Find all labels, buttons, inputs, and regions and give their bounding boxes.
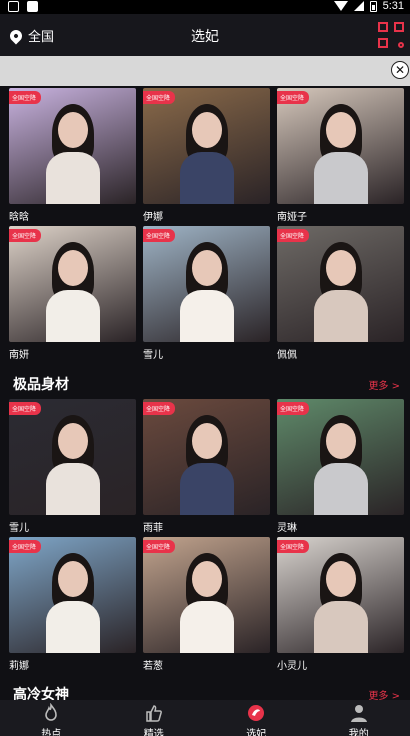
profile-name: 灵琳 xyxy=(277,523,297,534)
close-icon[interactable]: ✕ xyxy=(391,61,409,79)
airdrop-badge: 全国空降 xyxy=(143,540,176,553)
profile-photo: 全国空降 xyxy=(9,537,136,653)
notification-icon xyxy=(8,1,19,12)
selection-icon xyxy=(246,703,266,723)
profile-photo: 全国空降 xyxy=(277,399,404,515)
signal-icon xyxy=(353,1,364,11)
profile-name: 莉娜 xyxy=(9,661,29,672)
section-title: 极品身材 xyxy=(13,377,69,393)
profile-photo: 全国空降 xyxy=(143,537,270,653)
profile-photo: 全国空降 xyxy=(277,537,404,653)
nav-item-1[interactable]: 精选 xyxy=(103,700,206,736)
airdrop-badge: 全国空降 xyxy=(277,229,310,242)
nav-item-2[interactable]: 选妃 xyxy=(205,700,308,736)
profile-photo: 全国空降 xyxy=(143,226,270,342)
profile-photo: 全国空降 xyxy=(143,399,270,515)
profile-photo: 全国空降 xyxy=(9,88,136,204)
section1_grid-card[interactable]: 全国空降 小灵儿 xyxy=(277,537,404,672)
airdrop-badge: 全国空降 xyxy=(9,91,42,104)
section-header: 极品身材 更多 > xyxy=(0,368,410,394)
nav-label: 热点 xyxy=(41,729,62,736)
battery-icon xyxy=(369,0,377,12)
profile-photo: 全国空降 xyxy=(277,88,404,204)
profile-name: 小灵儿 xyxy=(277,661,307,672)
profile-name: 晗晗 xyxy=(9,212,29,223)
profile-photo: 全国空降 xyxy=(143,88,270,204)
user-icon xyxy=(349,703,369,723)
top_grid-card[interactable]: 全国空降 晗晗 xyxy=(9,88,136,223)
airdrop-badge: 全国空降 xyxy=(143,229,176,242)
flame-icon xyxy=(41,702,61,723)
profile-name: 伊娜 xyxy=(143,212,163,223)
profile-name: 南娅子 xyxy=(277,212,307,223)
section-header: 高冷女神 更多 > xyxy=(0,678,410,700)
more-link[interactable]: 更多 > xyxy=(368,687,400,700)
nav-item-0[interactable]: 热点 xyxy=(0,700,103,736)
top_grid-card[interactable]: 全国空降 伊娜 xyxy=(143,88,270,223)
profile-name: 雪儿 xyxy=(9,523,29,534)
profile-name: 南妍 xyxy=(9,350,29,361)
scan-grid-icon[interactable] xyxy=(378,22,404,48)
nav-label: 选妃 xyxy=(246,729,267,736)
airdrop-badge: 全国空降 xyxy=(9,229,42,242)
top_grid-card[interactable]: 全国空降 佩佩 xyxy=(277,226,404,361)
airdrop-badge: 全国空降 xyxy=(277,91,310,104)
app-header: 全国 选妃 xyxy=(0,14,410,56)
top_grid-card[interactable]: 全国空降 雪儿 xyxy=(143,226,270,361)
top_grid-card[interactable]: 全国空降 南妍 xyxy=(9,226,136,361)
section1_grid-card[interactable]: 全国空降 雪儿 xyxy=(9,399,136,534)
profile-photo: 全国空降 xyxy=(9,399,136,515)
airdrop-badge: 全国空降 xyxy=(9,540,42,553)
section1_grid-card[interactable]: 全国空降 雨菲 xyxy=(143,399,270,534)
profile-name: 若葱 xyxy=(143,661,163,672)
nav-item-3[interactable]: 我的 xyxy=(308,700,410,736)
airdrop-badge: 全国空降 xyxy=(143,91,176,104)
profile-photo: 全国空降 xyxy=(9,226,136,342)
section1_grid-card[interactable]: 全国空降 若葱 xyxy=(143,537,270,672)
profile-name: 佩佩 xyxy=(277,350,297,361)
section-title: 高冷女神 xyxy=(13,687,69,700)
profile-name: 雨菲 xyxy=(143,523,163,534)
page-title: 选妃 xyxy=(191,29,219,45)
bottom-nav: 热点 精选 选妃 我的 xyxy=(0,700,410,736)
airdrop-badge: 全国空降 xyxy=(277,402,310,415)
top_grid-card[interactable]: 全国空降 南娅子 xyxy=(277,88,404,223)
profile-photo: 全国空降 xyxy=(277,226,404,342)
more-link[interactable]: 更多 > xyxy=(368,377,400,392)
app-icon xyxy=(27,1,38,12)
airdrop-badge: 全国空降 xyxy=(9,402,42,415)
nav-label: 我的 xyxy=(348,729,369,736)
section1_grid-card[interactable]: 全国空降 莉娜 xyxy=(9,537,136,672)
wifi-icon xyxy=(333,1,348,11)
thumbs-up-icon xyxy=(144,703,164,723)
notice-bar: ✕ xyxy=(0,56,410,86)
clock: 5:31 xyxy=(382,0,404,12)
content-scroll[interactable]: 全国空降 晗晗 全国空降 伊娜 全国空降 南娅子 全国空降 南妍 全国空降 雪儿 全国空降 佩佩 极品身… xyxy=(0,86,410,700)
section1_grid-card[interactable]: 全国空降 灵琳 xyxy=(277,399,404,534)
airdrop-badge: 全国空降 xyxy=(277,540,310,553)
airdrop-badge: 全国空降 xyxy=(143,402,176,415)
profile-name: 雪儿 xyxy=(143,350,163,361)
status-bar: 5:31 xyxy=(0,0,410,14)
nav-label: 精选 xyxy=(143,729,164,736)
